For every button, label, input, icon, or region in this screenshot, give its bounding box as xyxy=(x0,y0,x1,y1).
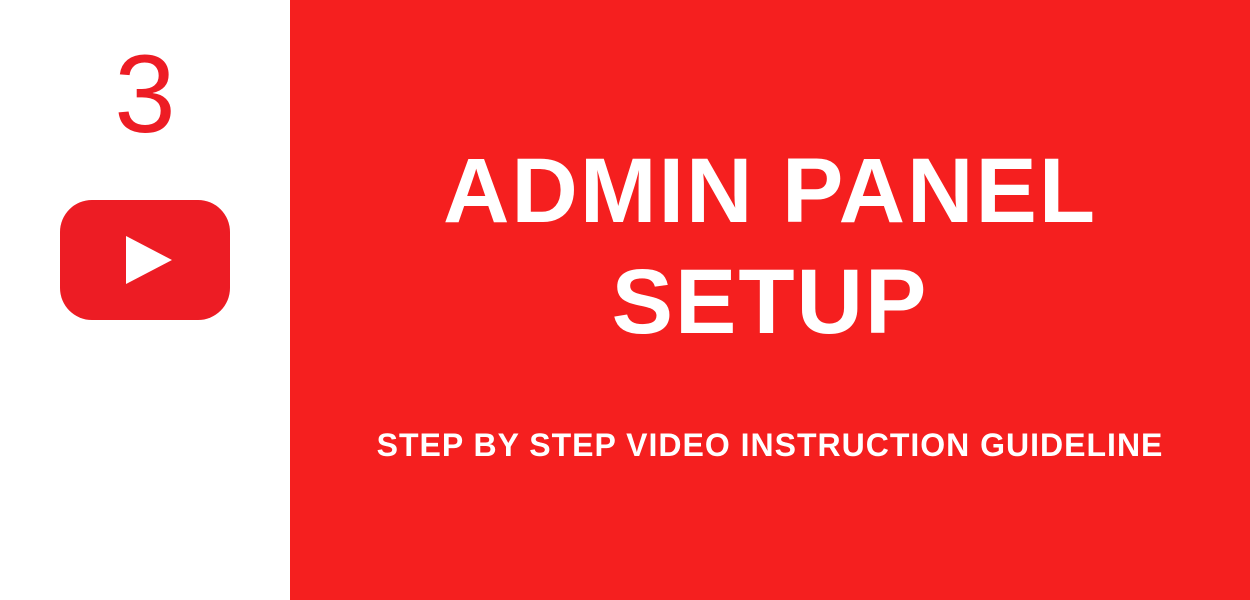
youtube-play-icon[interactable] xyxy=(60,200,230,320)
right-panel: ADMIN PANEL SETUP STEP BY STEP VIDEO INS… xyxy=(290,0,1250,600)
banner-container: 3 ADMIN PANEL SETUP STEP BY STEP VIDEO I… xyxy=(0,0,1250,600)
left-panel: 3 xyxy=(0,0,290,600)
subtitle: STEP BY STEP VIDEO INSTRUCTION GUIDELINE xyxy=(377,427,1164,464)
main-title: ADMIN PANEL SETUP xyxy=(443,136,1097,357)
step-number: 3 xyxy=(114,40,175,150)
